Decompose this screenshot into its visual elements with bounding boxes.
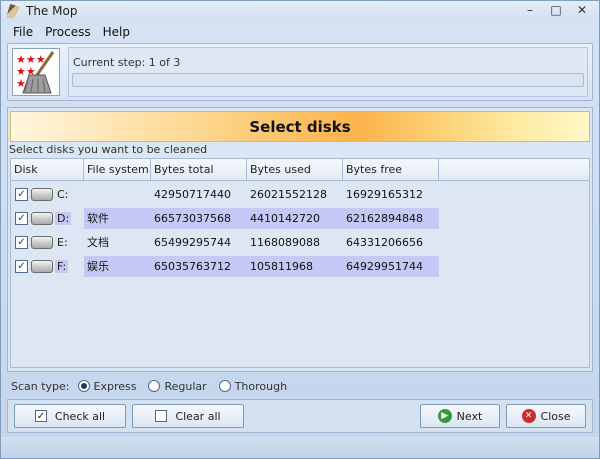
- disk-selection-panel: Select disks Select disks you want to be…: [7, 107, 593, 372]
- disk-cell: ✓ D:: [11, 208, 84, 229]
- mop-logo-icon: ★★★ ★★ ★: [12, 48, 60, 96]
- window-controls: – □ ✕: [517, 1, 595, 19]
- hard-drive-icon: [31, 188, 53, 201]
- checkbox-empty-icon: [155, 410, 168, 422]
- mop-app-icon: [6, 4, 20, 18]
- clear-all-label: Clear all: [175, 409, 221, 423]
- radio-label-regular: Regular: [164, 379, 207, 393]
- menu-bar: File Process Help: [1, 22, 599, 42]
- radio-regular[interactable]: [148, 380, 161, 392]
- disk-checkbox[interactable]: ✓: [15, 236, 28, 249]
- bytes-total-cell: 42950717440: [154, 188, 231, 201]
- bytes-used-cell: 1168089088: [250, 236, 320, 249]
- radio-label-thorough: Thorough: [234, 379, 288, 393]
- disk-table: Disk File system Bytes total Bytes used …: [10, 158, 590, 368]
- radio-thorough[interactable]: [218, 380, 231, 392]
- hard-drive-icon: [31, 236, 53, 249]
- disk-checkbox[interactable]: ✓: [15, 188, 28, 201]
- menu-process[interactable]: Process: [39, 25, 97, 39]
- bytes-used-cell: 26021552128: [250, 188, 327, 201]
- drive-letter: E:: [57, 236, 68, 249]
- bytes-used-cell: 105811968: [247, 256, 343, 277]
- hard-drive-icon: [31, 260, 53, 273]
- bytes-total-cell: 65499295744: [154, 236, 231, 249]
- drive-letter: F:: [55, 260, 69, 273]
- status-bar: [1, 437, 599, 458]
- checkbox-checked-icon: ✓: [34, 410, 47, 422]
- minimize-button[interactable]: –: [517, 1, 543, 19]
- close-window-button[interactable]: ✕: [569, 1, 595, 19]
- menu-help[interactable]: Help: [97, 25, 136, 39]
- disk-cell: ✓ F:: [11, 256, 84, 277]
- step-progress-bar: [72, 73, 584, 87]
- main-window: The Mop – □ ✕ File Process Help ★★★ ★★ ★: [0, 0, 600, 459]
- close-label: Close: [540, 409, 571, 423]
- column-header-file-system[interactable]: File system: [84, 159, 151, 181]
- bytes-used-cell: 4410142720: [247, 208, 343, 229]
- title-bar[interactable]: The Mop – □ ✕: [1, 1, 599, 21]
- disk-checkbox[interactable]: ✓: [15, 260, 28, 273]
- file-system-cell: [84, 184, 151, 205]
- file-system-cell: 文档: [87, 236, 109, 249]
- instruction-text: Select disks you want to be cleaned: [9, 143, 208, 156]
- table-row[interactable]: ✓ E: 文档 65499295744 1168089088 643312066…: [11, 231, 589, 254]
- maximize-button[interactable]: □: [543, 1, 569, 19]
- scan-type-label: Scan type:: [11, 379, 70, 393]
- scan-option-express[interactable]: Express: [77, 379, 137, 393]
- bytes-free-cell: 64929951744: [343, 256, 439, 277]
- bytes-free-cell: 16929165312: [346, 188, 423, 201]
- section-title: Select disks: [249, 117, 351, 136]
- bytes-total-cell: 65035763712: [151, 256, 247, 277]
- disk-cell: ✓ E:: [11, 232, 84, 253]
- disk-checkbox[interactable]: ✓: [15, 212, 28, 225]
- step-panel: ★★★ ★★ ★ Current step: 1 of 3: [7, 43, 593, 101]
- table-header: Disk File system Bytes total Bytes used …: [11, 159, 589, 181]
- next-button[interactable]: ▶ Next: [420, 404, 500, 428]
- drive-letter: C:: [57, 188, 69, 201]
- radio-selected-dot: [80, 383, 87, 389]
- action-bar: ✓ Check all Clear all ▶ Next ✕ Close: [7, 399, 593, 433]
- bytes-free-cell: 62162894848: [343, 208, 439, 229]
- next-label: Next: [456, 409, 483, 423]
- clear-all-button[interactable]: Clear all: [132, 404, 244, 428]
- drive-letter: D:: [55, 212, 72, 225]
- bytes-total-cell: 66573037568: [151, 208, 247, 229]
- menu-file[interactable]: File: [7, 25, 39, 39]
- scan-type-group: Scan type: Express Regular Thorough: [7, 375, 593, 397]
- column-header-bytes-total[interactable]: Bytes total: [151, 159, 247, 181]
- check-all-button[interactable]: ✓ Check all: [14, 404, 126, 428]
- table-row[interactable]: ✓ D: 软件 66573037568 4410142720 621628948…: [11, 207, 589, 230]
- table-row[interactable]: ✓ F: 娱乐 65035763712 105811968 6492995174…: [11, 255, 589, 278]
- section-banner: Select disks: [10, 111, 590, 142]
- step-info: Current step: 1 of 3: [68, 47, 588, 97]
- window-title: The Mop: [26, 4, 78, 18]
- radio-express[interactable]: [77, 380, 90, 392]
- hard-drive-icon: [31, 212, 53, 225]
- close-x-icon: ✕: [521, 409, 536, 423]
- check-all-label: Check all: [54, 409, 106, 423]
- close-button[interactable]: ✕ Close: [506, 404, 586, 428]
- table-row[interactable]: ✓ C: 42950717440 26021552128 16929165312: [11, 183, 589, 206]
- scan-option-regular[interactable]: Regular: [148, 379, 207, 393]
- column-header-bytes-used[interactable]: Bytes used: [247, 159, 343, 181]
- file-system-cell: 娱乐: [84, 256, 151, 277]
- column-header-disk[interactable]: Disk: [11, 159, 84, 181]
- column-header-filler: [439, 159, 589, 181]
- radio-label-express: Express: [93, 379, 137, 393]
- column-header-bytes-free[interactable]: Bytes free: [343, 159, 439, 181]
- disk-cell: ✓ C:: [11, 184, 84, 205]
- current-step-label: Current step: 1 of 3: [73, 56, 181, 69]
- scan-option-thorough[interactable]: Thorough: [218, 379, 288, 393]
- file-system-cell: 软件: [84, 208, 151, 229]
- next-arrow-icon: ▶: [437, 409, 452, 423]
- bytes-free-cell: 64331206656: [346, 236, 423, 249]
